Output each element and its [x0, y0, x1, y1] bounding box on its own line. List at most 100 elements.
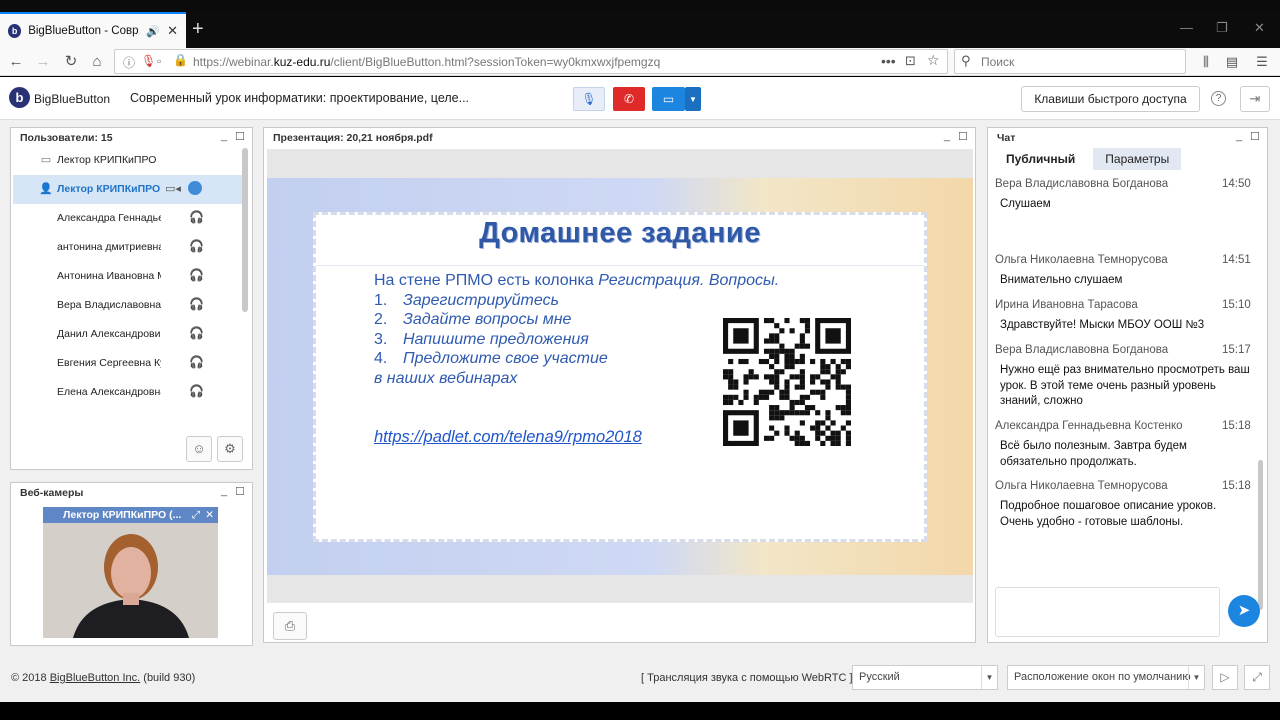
close-tab-icon[interactable]: ✕ — [167, 23, 178, 39]
presenter-icon: ▭ — [40, 154, 52, 166]
chat-time: 15:18 — [1222, 420, 1251, 432]
user-row[interactable]: Елена Александровна 🎧 — [13, 378, 243, 407]
mic-icon: 🎙 — [581, 92, 597, 106]
home-icon[interactable]: ⌂ — [87, 52, 107, 72]
url-text[interactable]: https://webinar.kuz-edu.ru/client/BigBlu… — [193, 55, 660, 69]
chevron-down-icon: ▼ — [1188, 666, 1204, 689]
chat-sender: Вера Владиславовна Богданова — [995, 344, 1169, 356]
restore-icon[interactable]: ❐ — [1216, 20, 1228, 36]
fullscreen-icon[interactable]: ⤢ — [192, 507, 200, 523]
headphones-icon: 🎧 — [189, 210, 204, 224]
webcam-options-button[interactable]: ▼ — [685, 87, 701, 111]
chat-message-input[interactable] — [995, 587, 1220, 637]
forward-icon[interactable]: → — [33, 52, 53, 72]
reload-icon[interactable]: ↻ — [61, 52, 81, 72]
user-row[interactable]: Данил Александрови 🎧 — [13, 320, 243, 349]
logout-button[interactable]: ⇥ — [1240, 86, 1270, 112]
chat-scrollbar[interactable] — [1258, 460, 1263, 610]
page-actions-icon[interactable]: ••• — [881, 53, 896, 69]
chat-sender: Ольга Николаевна Темнорусова — [995, 480, 1168, 492]
logout-icon: ⇥ — [1249, 91, 1261, 106]
user-row[interactable]: Антонина Ивановна Ма 🎧 — [13, 262, 243, 291]
app-header: b BigBlueButton Современный урок информа… — [0, 77, 1280, 120]
footer: © 2018 BigBlueButton Inc. (build 930) [ … — [0, 665, 1280, 691]
chevron-down-icon: ▼ — [689, 94, 697, 104]
help-icon[interactable]: ? — [1211, 91, 1226, 106]
sidebar-icon[interactable]: ▤ — [1222, 52, 1242, 72]
chat-message: Вера Владиславовна Богданова 15:17 Нужно е… — [988, 344, 1256, 420]
user-row[interactable]: Евгения Сергеевна Ку 🎧 — [13, 349, 243, 378]
minimize-panel-icon[interactable]: _ — [221, 130, 227, 142]
apply-layout-button[interactable]: ▷ — [1212, 665, 1238, 690]
minimize-icon[interactable]: — — [1180, 20, 1193, 35]
webcam-label: Лектор КРИПКиПРО (... — [63, 509, 182, 521]
emoji-status-button[interactable]: ☺ — [186, 436, 212, 462]
tab-public[interactable]: Публичный — [994, 148, 1088, 170]
chat-text: Здравствуйте! Мыски МБОУ ООШ №3 — [1000, 319, 1205, 331]
download-presentation-button[interactable]: ⎙ — [273, 612, 307, 640]
speaker-icon[interactable]: 🔊 — [146, 25, 160, 38]
chat-message: Ольга Николаевна Темнорусова 15:18 Подробн… — [988, 480, 1256, 540]
fullscreen-button[interactable]: ⤢ — [1244, 665, 1270, 690]
search-input[interactable]: ⚲ Поиск — [954, 49, 1186, 74]
user-row[interactable]: Вера Владиславовна Б 🎧 — [13, 291, 243, 320]
send-button[interactable]: ➤ — [1228, 595, 1260, 627]
mic-button[interactable]: 🎙 — [573, 87, 605, 111]
user-row[interactable]: Александра Геннадьев 🎧 — [13, 204, 243, 233]
tab-options[interactable]: Параметры — [1093, 148, 1182, 170]
user-row[interactable]: ▭ Лектор КРИПКиПРО — [13, 146, 243, 175]
pocket-icon[interactable]: ⊡ — [905, 53, 916, 69]
slide-item: 3. Напишите предложения — [374, 330, 589, 348]
minimize-panel-icon[interactable]: _ — [1236, 130, 1242, 142]
maximize-panel-icon[interactable]: ☐ — [1250, 130, 1260, 143]
menu-icon[interactable]: ☰ — [1252, 52, 1272, 72]
new-tab-button[interactable]: + — [192, 18, 204, 40]
bbb-link[interactable]: BigBlueButton Inc. — [50, 672, 141, 684]
camera-permission-icon[interactable]: ▫ — [157, 54, 161, 68]
user-name: Данил Александрови — [57, 328, 161, 340]
chat-message: Ольга Николаевна Темнорусова 14:51 Внимате… — [988, 254, 1256, 299]
back-icon[interactable]: ← — [6, 52, 26, 72]
chat-text: Всё было полезным. Завтра будем обязател… — [1000, 440, 1187, 468]
close-video-icon[interactable]: ✕ — [205, 507, 214, 523]
slide[interactable]: Домашнее задание На стене РПМО есть коло… — [267, 178, 973, 575]
layout-value: Расположение окон по умолчанию — [1014, 671, 1191, 683]
slide-tail: в наших вебинарах — [374, 369, 518, 387]
brand-name: BigBlueButton — [34, 92, 111, 106]
mic-permission-icon[interactable]: 🎙 — [141, 54, 156, 68]
bookmark-star-icon[interactable]: ☆ — [927, 52, 940, 69]
window-close-icon[interactable]: ✕ — [1254, 20, 1265, 36]
user-row[interactable]: антонина дмитриевна 🎧 — [13, 233, 243, 262]
user-row[interactable]: 👤 Лектор КРИПКиПРО (▭◂ — [13, 175, 243, 204]
minimize-panel-icon[interactable]: _ — [944, 130, 950, 142]
maximize-panel-icon[interactable]: ☐ — [235, 130, 245, 143]
url-bar[interactable]: ⓘ 🎙 ▫ 🔒 https://webinar.kuz-edu.ru/clien… — [114, 49, 948, 74]
users-panel: Пользователи: 15 _ ☐ ▭ Лектор КРИПКиПРО 👤 Л… — [10, 127, 253, 470]
bbb-app: b BigBlueButton Современный урок информа… — [0, 77, 1280, 702]
meeting-title: Современный урок информатики: проектиров… — [130, 91, 470, 105]
maximize-panel-icon[interactable]: ☐ — [235, 485, 245, 498]
padlet-link[interactable]: https://padlet.com/telena9/rpmo2018 — [374, 428, 642, 447]
user-settings-button[interactable]: ⚙ — [217, 436, 243, 462]
os-top-bar — [0, 0, 1280, 12]
hangup-button[interactable]: ✆ — [613, 87, 645, 111]
users-scrollbar[interactable] — [242, 148, 248, 312]
chat-text: Слушаем — [1000, 198, 1051, 210]
webcam-title-bar: Лектор КРИПКиПРО (... ⤢ ✕ — [43, 507, 218, 523]
maximize-panel-icon[interactable]: ☐ — [958, 130, 968, 143]
browser-tab[interactable]: b BigBlueButton - Современный 🔊 ✕ — [0, 12, 186, 48]
webcam-video[interactable]: Лектор КРИПКиПРО (... ⤢ ✕ — [43, 507, 218, 638]
slide-heading: Домашнее задание — [479, 217, 761, 249]
language-select[interactable]: Русский ▼ — [852, 665, 998, 690]
minimize-panel-icon[interactable]: _ — [221, 485, 227, 497]
user-name: Лектор КРИПКиПРО — [57, 154, 157, 166]
presenter-video-image — [43, 507, 218, 638]
user-name: Антонина Ивановна Ма — [57, 270, 161, 282]
info-icon[interactable]: ⓘ — [123, 54, 135, 71]
library-icon[interactable]: ⫼ — [1196, 52, 1216, 72]
lock-icon: 🔒 — [173, 53, 188, 67]
webcam-button[interactable]: ▭ — [652, 87, 685, 111]
chat-sender: Александра Геннадьевна Костенко — [995, 420, 1183, 432]
shortcuts-button[interactable]: Клавиши быстрого доступа — [1021, 86, 1200, 112]
layout-select[interactable]: Расположение окон по умолчанию ▼ — [1007, 665, 1205, 690]
